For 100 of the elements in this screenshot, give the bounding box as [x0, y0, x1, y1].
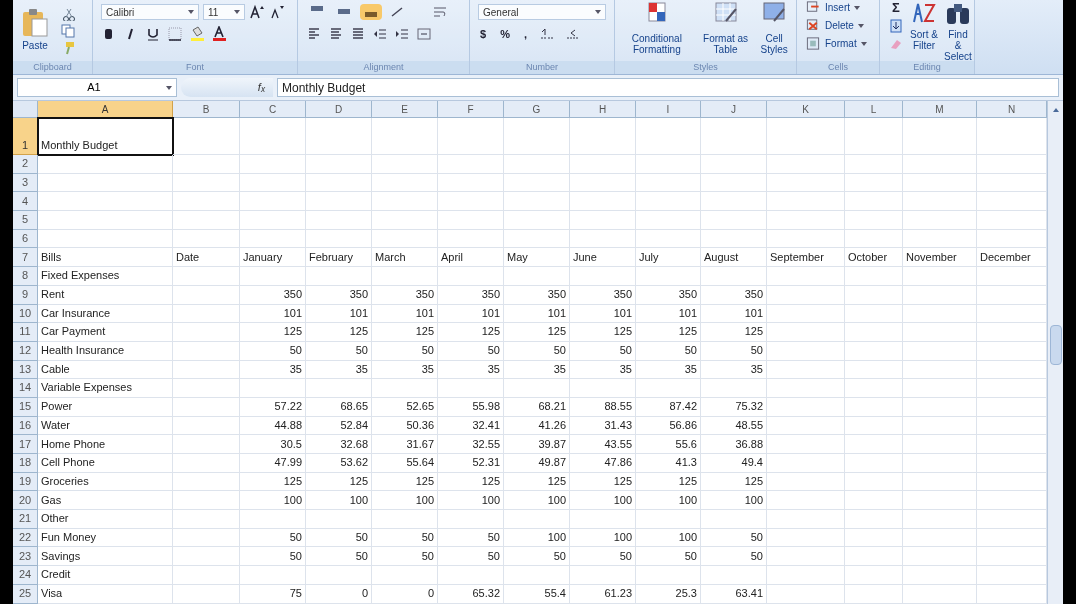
scissors-icon[interactable] [61, 6, 75, 21]
format-as-table-button[interactable]: Format as Table [698, 1, 753, 55]
scroll-thumb[interactable] [1049, 325, 1062, 365]
empty-cell [240, 173, 306, 193]
comma-button[interactable]: , [521, 26, 529, 43]
column-header[interactable]: F [438, 101, 504, 118]
find-select-button[interactable]: Find & Select [944, 0, 972, 61]
column-header[interactable]: E [372, 101, 438, 118]
formula-field[interactable]: Monthly Budget [277, 78, 1059, 97]
row-header[interactable]: 5 [13, 211, 38, 230]
center-icon[interactable] [328, 26, 344, 42]
table-cell: 101 [438, 304, 504, 324]
increase-indent-icon[interactable] [394, 26, 410, 42]
underline-icon[interactable] [145, 26, 161, 42]
empty-cell [636, 155, 701, 174]
row-header[interactable]: 7 [13, 248, 38, 268]
align-left-icon[interactable] [306, 26, 322, 42]
conditional-formatting-button[interactable]: Conditional Formatting [619, 1, 695, 55]
empty-cell [173, 155, 240, 174]
empty-cell [845, 173, 903, 193]
delete-button[interactable]: Delete [805, 18, 871, 33]
table-cell: 41.26 [504, 416, 570, 436]
borders-icon[interactable] [167, 26, 183, 42]
row-header[interactable]: 14 [13, 379, 38, 398]
table-cell: Groceries [38, 472, 173, 492]
sort-filter-button[interactable]: Sort & Filter [910, 0, 938, 61]
vertical-scrollbar[interactable] [1047, 101, 1063, 604]
percent-button[interactable]: % [498, 26, 512, 43]
table-cell: 50 [504, 341, 570, 361]
font-size-field[interactable]: 11 [203, 4, 245, 20]
table-cell: 125 [372, 323, 438, 342]
grow-font-icon[interactable] [249, 4, 265, 20]
table-cell: 50 [240, 547, 306, 567]
merge-cells-icon[interactable] [416, 26, 432, 42]
row-header[interactable]: 11 [13, 323, 38, 342]
font-name-field[interactable]: Calibri [101, 4, 199, 20]
row-header[interactable]: 21 [13, 510, 38, 529]
row-header[interactable]: 17 [13, 435, 38, 454]
empty-cell [845, 118, 903, 155]
row-header[interactable]: 8 [13, 267, 38, 286]
table-cell: 100 [240, 491, 306, 511]
empty-cell [438, 192, 504, 212]
paste-button[interactable]: Paste [17, 8, 53, 53]
decrease-indent-icon[interactable] [372, 26, 388, 42]
empty-cell [173, 360, 240, 380]
column-header[interactable]: J [701, 101, 767, 118]
empty-cell [504, 566, 570, 585]
copy-icon[interactable] [61, 23, 75, 38]
column-header[interactable]: C [240, 101, 306, 118]
shrink-font-icon[interactable] [269, 4, 285, 20]
table-cell: 52.84 [306, 416, 372, 436]
empty-cell [845, 341, 903, 361]
column-header[interactable]: B [173, 101, 240, 118]
table-cell: 49.87 [504, 454, 570, 473]
column-header[interactable]: I [636, 101, 701, 118]
table-cell: 55.98 [438, 397, 504, 417]
row-header[interactable]: 2 [13, 155, 38, 174]
fill-color-icon[interactable] [189, 26, 205, 42]
format-button[interactable]: Format [805, 36, 871, 51]
row-header[interactable]: 23 [13, 547, 38, 567]
insert-button[interactable]: Insert [805, 0, 871, 15]
insert-cells-icon [805, 0, 821, 15]
align-right-icon[interactable] [350, 26, 366, 42]
font-color-icon[interactable] [211, 26, 227, 42]
empty-cell [701, 118, 767, 155]
empty-cell [372, 118, 438, 155]
insert-function-button[interactable]: f$_{x}$ [181, 78, 273, 97]
row-header[interactable]: 18 [13, 454, 38, 473]
empty-cell [701, 211, 767, 230]
autosum-button[interactable]: Σ [892, 0, 900, 15]
row-header[interactable]: 20 [13, 491, 38, 511]
column-header[interactable]: K [767, 101, 845, 118]
column-header[interactable]: N [977, 101, 1047, 118]
table-cell: 49.4 [701, 454, 767, 473]
name-box[interactable]: A1 [17, 78, 177, 97]
table-cell: 63.41 [701, 584, 767, 604]
column-header[interactable]: G [504, 101, 570, 118]
row-header[interactable]: 4 [13, 192, 38, 212]
empty-cell [372, 510, 438, 529]
table-cell: 75 [240, 584, 306, 604]
caret-icon [166, 85, 172, 90]
empty-cell [636, 173, 701, 193]
empty-cell [240, 192, 306, 212]
column-header[interactable]: D [306, 101, 372, 118]
fill-icon[interactable] [888, 18, 904, 33]
column-header[interactable]: L [845, 101, 903, 118]
table-cell: 125 [306, 472, 372, 492]
table-cell: 50 [438, 341, 504, 361]
column-header[interactable]: H [570, 101, 636, 118]
table-cell: 125 [701, 323, 767, 342]
table-cell: Cell Phone [38, 454, 173, 473]
row-header[interactable]: 1 [13, 118, 38, 155]
cell-styles-button[interactable]: Cell Styles [756, 1, 792, 55]
column-header[interactable]: M [903, 101, 977, 118]
empty-cell [636, 211, 701, 230]
row-header[interactable]: 24 [13, 566, 38, 585]
currency-button[interactable]: $ [478, 26, 489, 43]
number-format-field[interactable]: General [478, 4, 606, 20]
table-cell: Gas [38, 491, 173, 511]
empty-cell [504, 155, 570, 174]
